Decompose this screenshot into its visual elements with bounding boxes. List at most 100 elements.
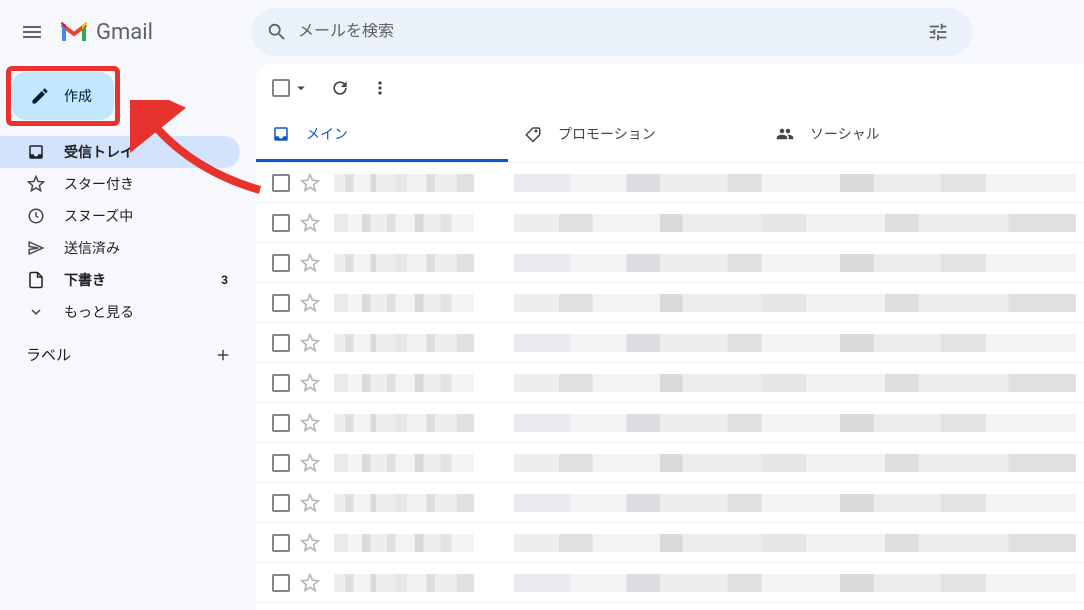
compose-button[interactable]: 作成 (12, 72, 114, 120)
search-options-button[interactable] (918, 12, 958, 52)
sidebar-item-expand[interactable]: もっと見る (0, 296, 240, 328)
menu-icon (20, 20, 44, 44)
sidebar: 作成 受信トレイスター付きスヌーズ中送信済み下書き3もっと見る ラベル (0, 64, 256, 610)
row-checkbox[interactable] (272, 494, 290, 512)
mail-row[interactable] (256, 203, 1084, 243)
mail-row[interactable] (256, 363, 1084, 403)
row-checkbox[interactable] (272, 374, 290, 392)
sidebar-item-send[interactable]: 送信済み (0, 232, 240, 264)
main-panel: メイン プロモーション ソーシャル (256, 64, 1084, 610)
star-outline-icon (300, 493, 320, 513)
star-button[interactable] (300, 333, 320, 353)
sidebar-item-label: スヌーズ中 (64, 206, 133, 226)
row-checkbox[interactable] (272, 254, 290, 272)
sidebar-item-inbox[interactable]: 受信トレイ (0, 136, 240, 168)
logo[interactable]: Gmail (56, 20, 252, 45)
subject-redacted (514, 574, 1076, 592)
star-outline-icon (300, 413, 320, 433)
header: Gmail (0, 0, 1084, 64)
row-checkbox[interactable] (272, 454, 290, 472)
subject-redacted (514, 454, 1076, 472)
sender-redacted (334, 574, 474, 592)
tab-tag[interactable]: プロモーション (508, 108, 760, 162)
body: 作成 受信トレイスター付きスヌーズ中送信済み下書き3もっと見る ラベル (0, 64, 1084, 610)
mail-row[interactable] (256, 323, 1084, 363)
row-checkbox[interactable] (272, 294, 290, 312)
refresh-icon (330, 78, 350, 98)
mail-row[interactable] (256, 483, 1084, 523)
search-input[interactable] (288, 23, 918, 41)
inbox-tab-icon (272, 125, 290, 143)
star-button[interactable] (300, 293, 320, 313)
star-button[interactable] (300, 413, 320, 433)
star-outline-icon (300, 373, 320, 393)
tab-inbox-tab[interactable]: メイン (256, 108, 508, 162)
nav-list: 受信トレイスター付きスヌーズ中送信済み下書き3もっと見る (0, 136, 256, 328)
subject-redacted (514, 374, 1076, 392)
mail-row[interactable] (256, 243, 1084, 283)
sender-redacted (334, 174, 474, 192)
row-checkbox[interactable] (272, 214, 290, 232)
subject-redacted (514, 494, 1076, 512)
row-checkbox[interactable] (272, 534, 290, 552)
mail-row[interactable] (256, 283, 1084, 323)
mail-list (256, 163, 1084, 610)
star-outline-icon (300, 453, 320, 473)
row-checkbox[interactable] (272, 334, 290, 352)
tab-label: プロモーション (558, 124, 656, 144)
tab-label: メイン (306, 124, 348, 144)
subject-redacted (514, 294, 1076, 312)
search-bar[interactable] (252, 8, 972, 56)
star-button[interactable] (300, 173, 320, 193)
refresh-button[interactable] (330, 78, 350, 98)
row-checkbox[interactable] (272, 414, 290, 432)
star-outline-icon (300, 213, 320, 233)
mail-row[interactable] (256, 563, 1084, 603)
row-checkbox[interactable] (272, 574, 290, 592)
star-outline-icon (300, 533, 320, 553)
star-outline-icon (300, 173, 320, 193)
mail-row[interactable] (256, 403, 1084, 443)
labels-heading: ラベル (26, 344, 71, 365)
star-outline-icon (300, 333, 320, 353)
tab-people[interactable]: ソーシャル (760, 108, 1012, 162)
star-button[interactable] (300, 373, 320, 393)
mail-row[interactable] (256, 163, 1084, 203)
subject-redacted (514, 534, 1076, 552)
pencil-icon (30, 86, 50, 106)
star-button[interactable] (300, 213, 320, 233)
compose-highlight: 作成 (12, 72, 114, 120)
subject-redacted (514, 254, 1076, 272)
star-button[interactable] (300, 533, 320, 553)
gmail-logo-icon (60, 21, 88, 43)
star-button[interactable] (300, 253, 320, 273)
sidebar-item-file[interactable]: 下書き3 (0, 264, 240, 296)
select-all-checkbox[interactable] (272, 79, 290, 97)
star-button[interactable] (300, 453, 320, 473)
select-all[interactable] (272, 79, 310, 97)
main-menu-button[interactable] (8, 8, 56, 56)
compose-label: 作成 (64, 86, 92, 106)
send-icon (26, 239, 46, 257)
sender-redacted (334, 214, 474, 232)
sender-redacted (334, 414, 474, 432)
sidebar-item-label: スター付き (64, 174, 134, 194)
file-icon (26, 271, 46, 289)
search-icon (266, 21, 288, 43)
subject-redacted (514, 214, 1076, 232)
sidebar-item-clock[interactable]: スヌーズ中 (0, 200, 240, 232)
tag-icon (524, 125, 542, 143)
star-button[interactable] (300, 573, 320, 593)
sidebar-item-star[interactable]: スター付き (0, 168, 240, 200)
star-outline-icon (300, 293, 320, 313)
mail-row[interactable] (256, 443, 1084, 483)
add-label-button[interactable] (214, 346, 232, 364)
sender-redacted (334, 334, 474, 352)
star-button[interactable] (300, 493, 320, 513)
mail-row[interactable] (256, 523, 1084, 563)
clock-icon (26, 207, 46, 225)
tune-icon (927, 21, 949, 43)
more-button[interactable] (370, 78, 390, 98)
star-icon (26, 175, 46, 193)
row-checkbox[interactable] (272, 174, 290, 192)
